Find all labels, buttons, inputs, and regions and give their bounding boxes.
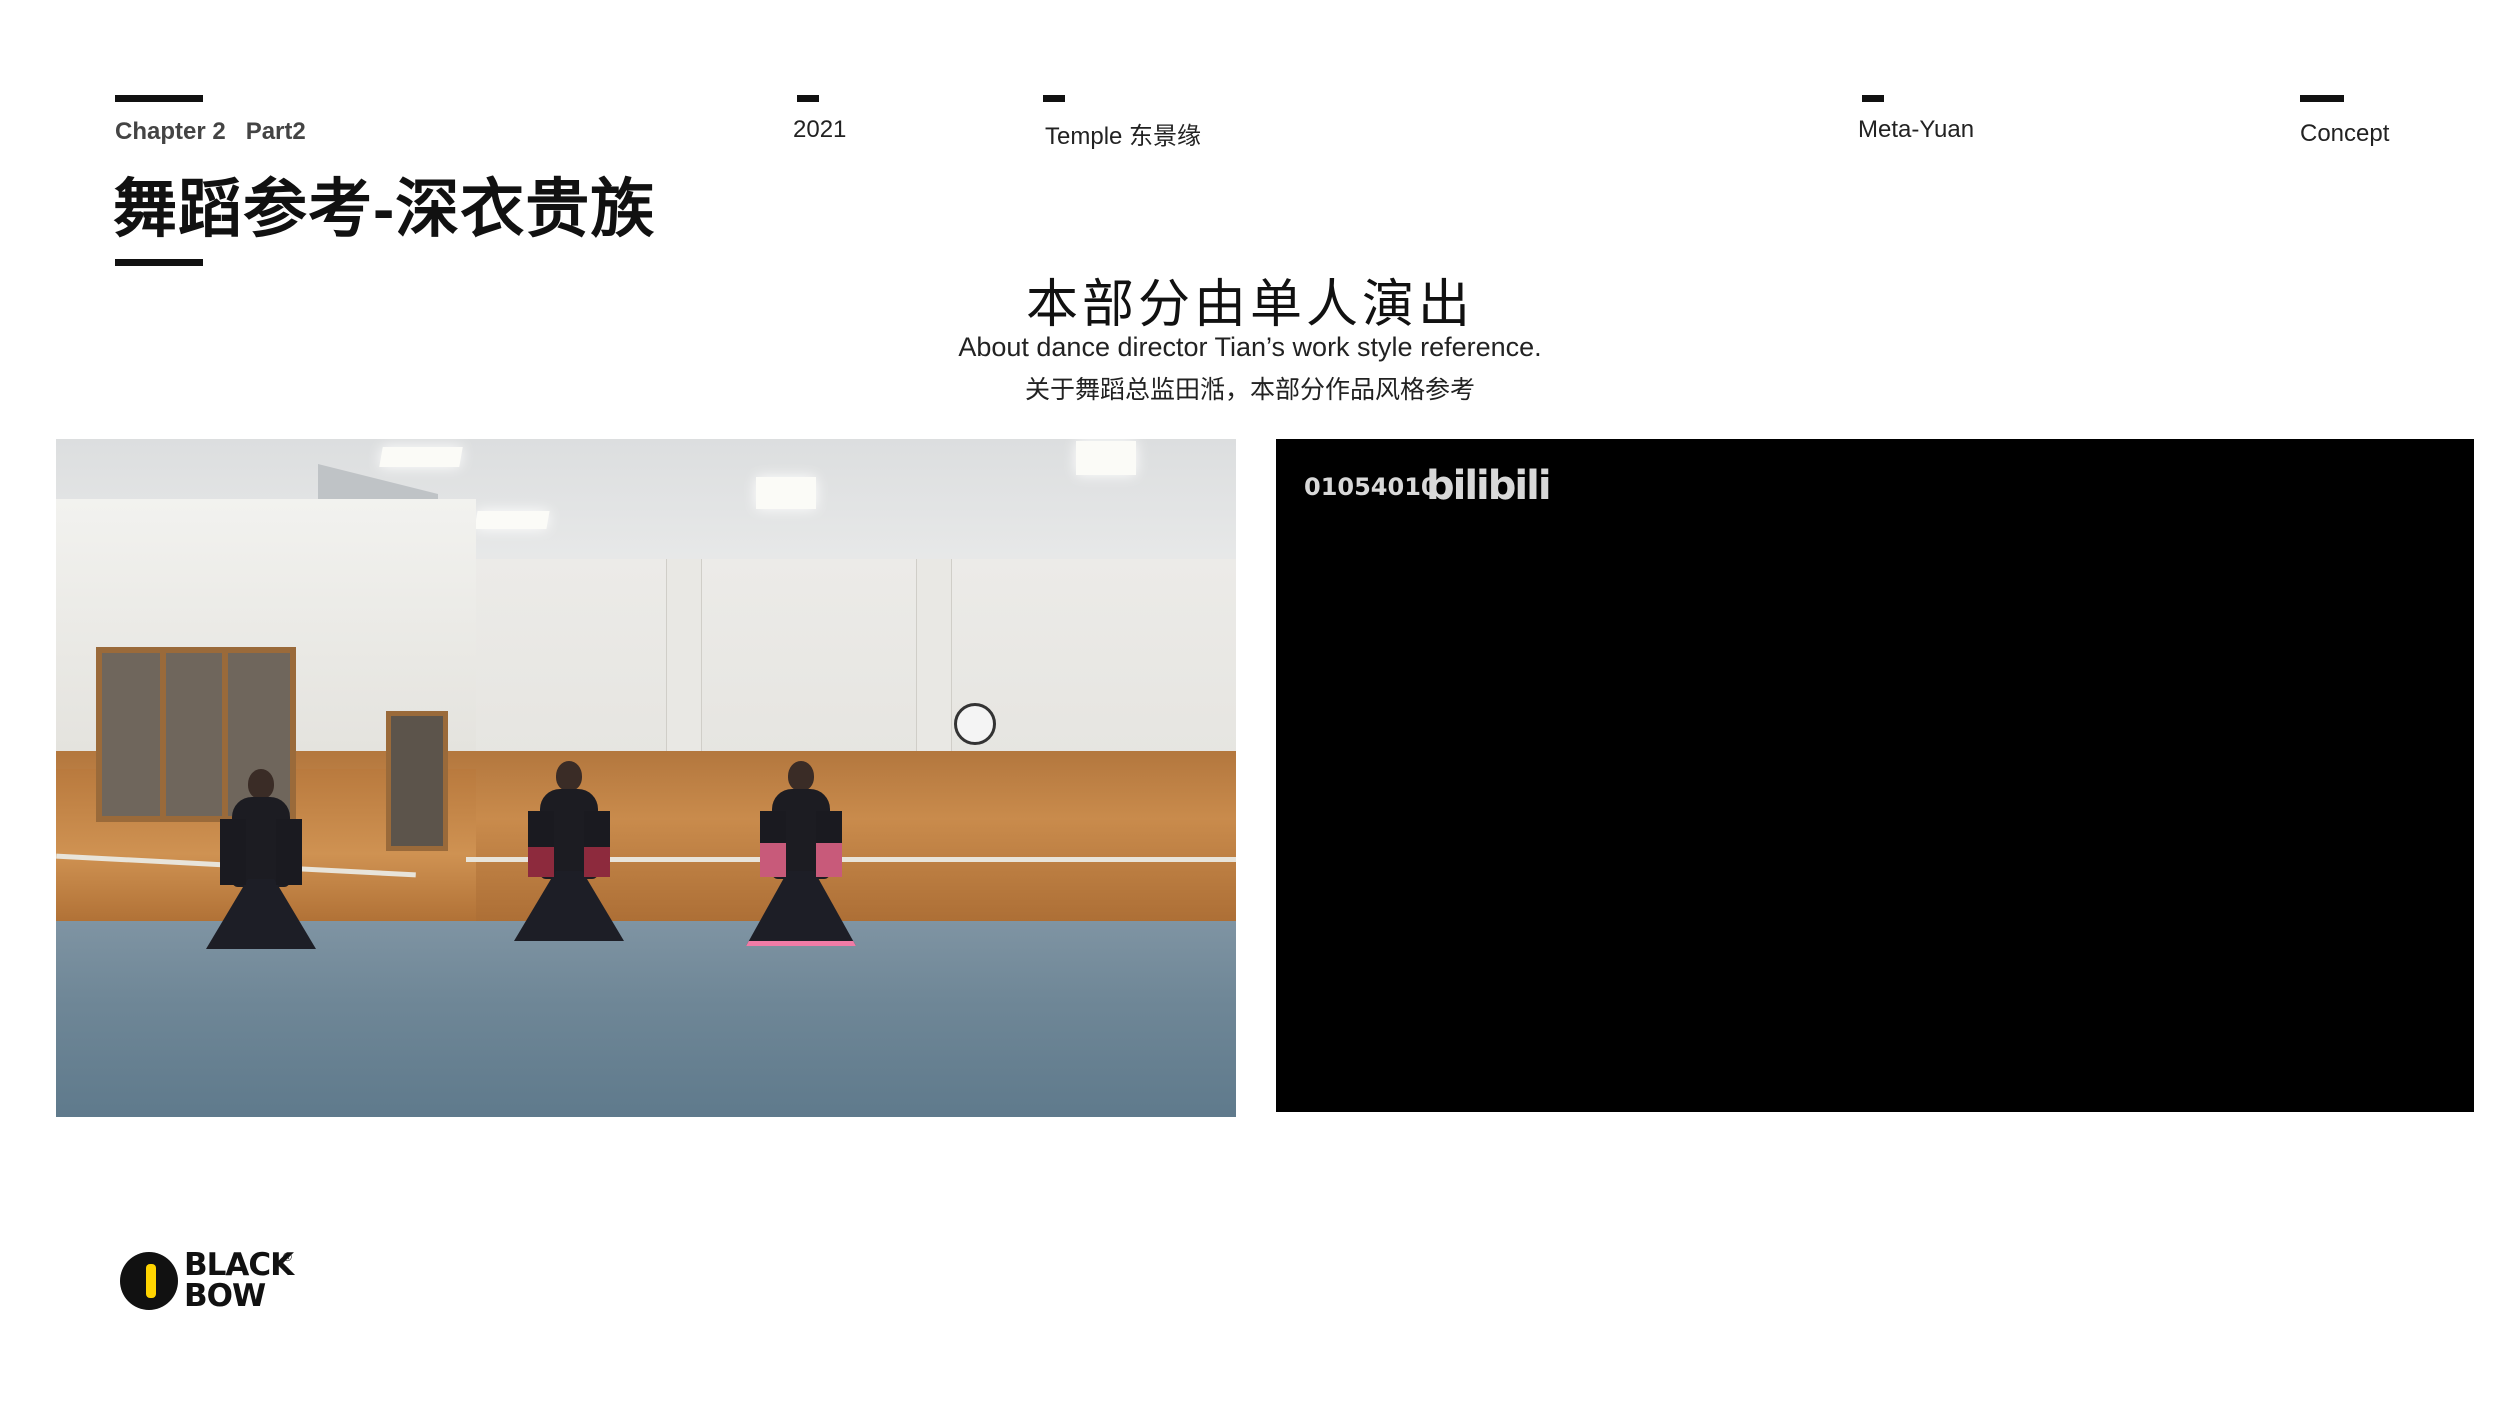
brand-logo-icon [120, 1252, 178, 1310]
section-heading: 本部分由单人演出 [1025, 276, 1474, 334]
dance-video-player[interactable] [56, 439, 1236, 1117]
nav-concept: Concept [2300, 120, 2390, 147]
dancer-left [206, 769, 316, 959]
studio-door [386, 711, 448, 851]
ceiling-light [1076, 441, 1136, 475]
video-id-watermark: 01054010 [1304, 473, 1438, 501]
meta-bar [1862, 95, 1884, 102]
bilibili-video-player[interactable]: 01054010 bilibili [1276, 439, 2474, 1112]
chapter-number: Chapter 2 [115, 118, 226, 145]
nav-temple: Temple 东景缘 [1045, 123, 1202, 150]
year-bar [797, 95, 819, 102]
part-number: Part2 [245, 118, 306, 145]
chapter-top-bar [115, 95, 203, 102]
concept-bar [2300, 95, 2344, 102]
brand-line1: BLACK [184, 1247, 294, 1283]
section-description-en: About dance director Tian’s work style r… [958, 332, 1542, 362]
wall-clock [954, 703, 996, 745]
nav-meta: Meta-Yuan [1858, 116, 1975, 143]
brand-logo-text: BLACK BOW [184, 1247, 294, 1314]
temple-bar [1043, 95, 1065, 102]
registered-mark: ® [283, 1250, 292, 1264]
ceiling-light [379, 447, 463, 467]
dancer-right [746, 761, 856, 951]
ceiling-light [756, 477, 816, 509]
nav-year: 2021 [793, 116, 847, 143]
bilibili-logo: bilibili [1426, 463, 1552, 509]
brand-line2: BOW [184, 1278, 266, 1314]
chapter-label: Chapter 2 Part2 [115, 118, 306, 146]
ceiling-light [474, 511, 550, 529]
section-description-cn: 关于舞蹈总监田湉，本部分作品风格参考 [1024, 376, 1475, 404]
dancer-center [514, 761, 624, 951]
page-title: 舞蹈参考-深衣贵族 [113, 173, 656, 245]
